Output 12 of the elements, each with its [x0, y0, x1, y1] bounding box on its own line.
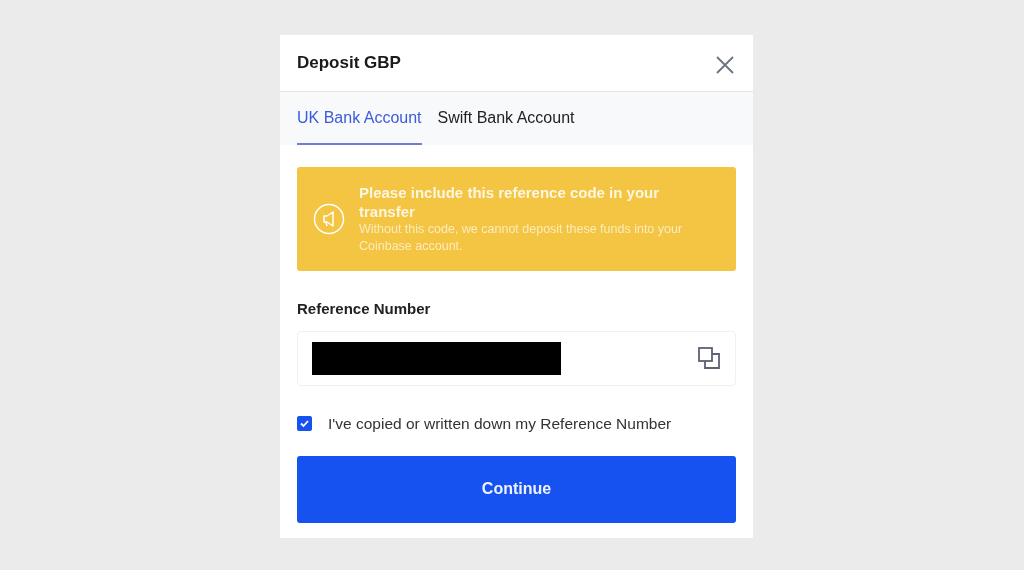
checkbox[interactable] [297, 415, 312, 431]
tab[interactable]: UK Bank Account [297, 92, 422, 145]
reference-field[interactable] [297, 330, 736, 386]
field-label: Reference Number [297, 299, 432, 319]
warning-title: Please include this reference code in your transfer [359, 183, 661, 221]
megaphone-icon [313, 203, 345, 235]
dialog-title: Deposit GBP [297, 52, 401, 75]
warning-message: Without this code, we cannot deposit these funds into your Coinbase account. [359, 221, 684, 255]
checkbox-label: I've copied or written down my Reference Number [328, 413, 672, 434]
copy-icon[interactable] [697, 345, 721, 371]
tab[interactable]: Swift Bank Account [437, 92, 575, 145]
continue-button[interactable]: Continue [297, 455, 736, 523]
